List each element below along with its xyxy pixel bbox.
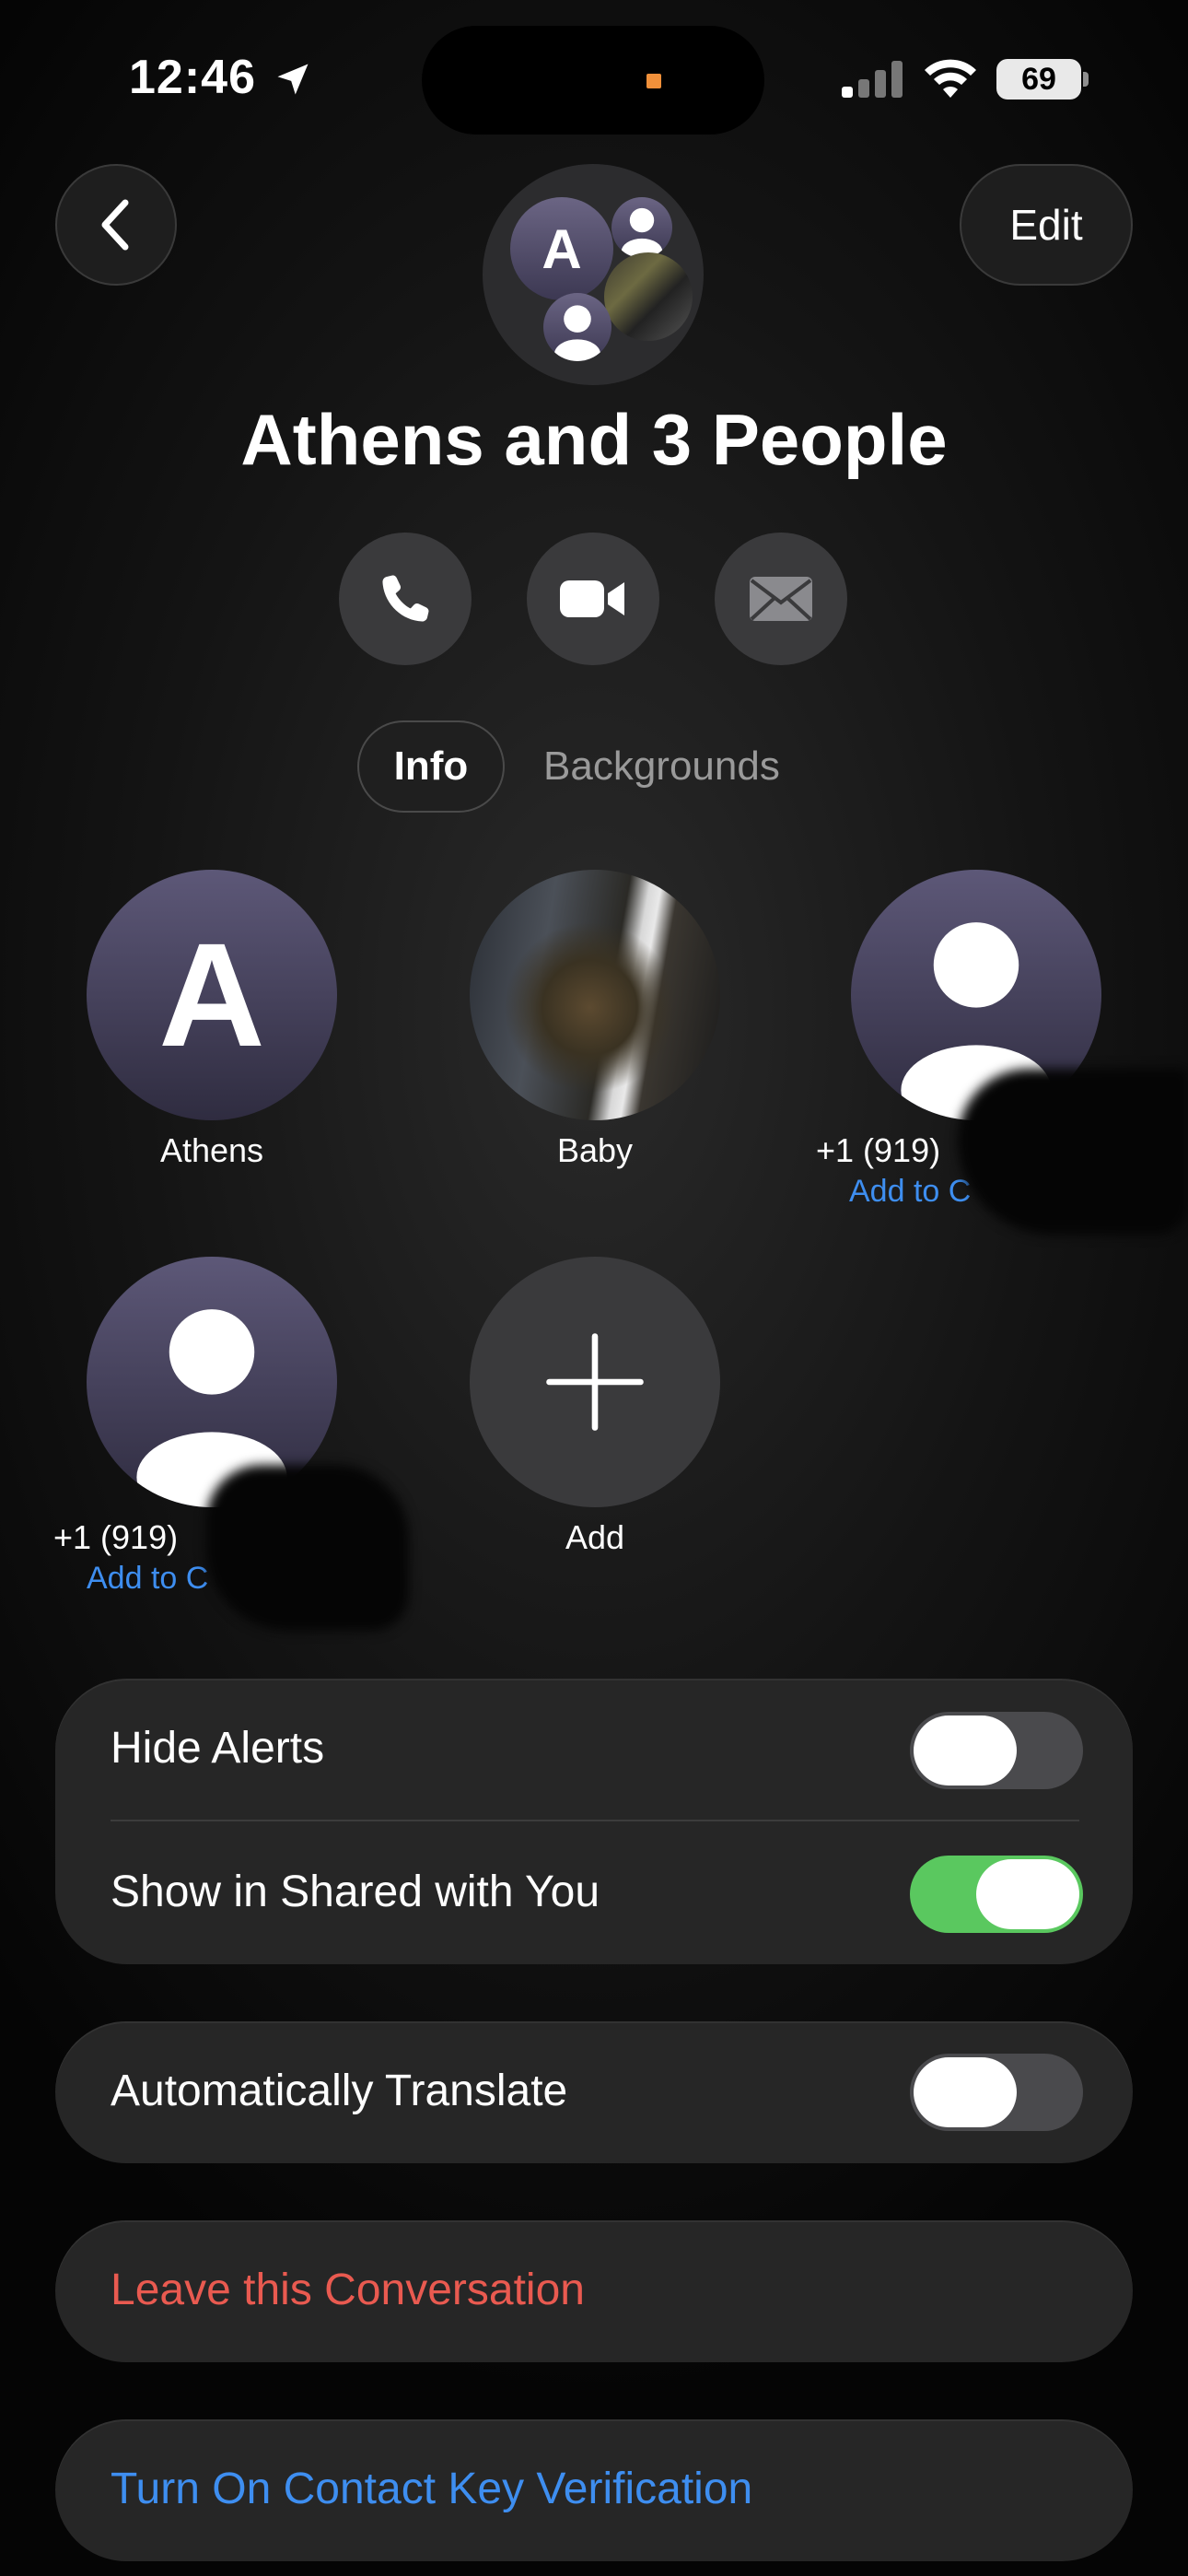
hide-alerts-label: Hide Alerts — [111, 1724, 325, 1773]
add-to-contacts-link[interactable]: Add to C — [849, 1174, 971, 1210]
redaction-mark — [206, 1465, 409, 1631]
add-member-button[interactable] — [470, 1257, 720, 1507]
battery-level: 69 — [996, 59, 1081, 100]
add-member-label: Add — [565, 1518, 625, 1556]
dynamic-island — [422, 26, 764, 135]
chevron-left-icon — [101, 199, 129, 251]
member-name: Athens — [159, 1131, 264, 1169]
toggle-knob — [976, 1859, 1079, 1929]
divider — [111, 1820, 1079, 1821]
shared-with-you-label: Show in Shared with You — [111, 1868, 600, 1916]
conversation-title: Athens and 3 People — [240, 399, 948, 480]
shared-with-you-toggle[interactable] — [910, 1856, 1083, 1933]
location-arrow-icon — [277, 64, 309, 95]
privacy-indicator-icon — [646, 74, 661, 88]
redaction-mark — [958, 1069, 1188, 1235]
toggle-knob — [914, 1715, 1017, 1786]
add-to-contacts-link[interactable]: Add to C — [87, 1561, 208, 1597]
member-photo-thumb — [604, 252, 693, 341]
member-phone: +1 (919) — [816, 1131, 941, 1169]
battery-tip — [1083, 72, 1089, 87]
tab-backgrounds[interactable]: Backgrounds — [543, 720, 780, 813]
auto-translate-label: Automatically Translate — [111, 2067, 568, 2115]
call-button[interactable] — [339, 533, 472, 665]
member-name: Baby — [556, 1131, 634, 1169]
cellular-signal-icon — [842, 61, 903, 98]
edit-button[interactable]: Edit — [960, 164, 1133, 286]
group-avatar-initial: A — [510, 197, 613, 300]
member-phone: +1 (919) — [53, 1518, 179, 1556]
leave-conversation-label[interactable]: Leave this Conversation — [111, 2265, 585, 2315]
mail-button[interactable] — [715, 533, 847, 665]
hide-alerts-toggle[interactable] — [910, 1712, 1083, 1789]
member-avatar-baby[interactable] — [470, 870, 720, 1120]
group-avatar[interactable]: A — [483, 164, 704, 385]
contact-key-verification-label[interactable]: Turn On Contact Key Verification — [111, 2464, 752, 2514]
wifi-icon — [925, 59, 976, 98]
video-call-button[interactable] — [527, 533, 659, 665]
auto-translate-toggle[interactable] — [910, 2054, 1083, 2131]
video-icon — [560, 580, 624, 617]
mail-icon — [750, 577, 812, 621]
status-time: 12:46 — [129, 51, 256, 104]
person-placeholder-icon — [611, 197, 672, 258]
tab-info[interactable]: Info — [357, 720, 505, 813]
person-placeholder-icon — [543, 293, 611, 361]
plus-icon — [546, 1333, 644, 1431]
back-button[interactable] — [55, 164, 177, 286]
member-avatar-athens[interactable]: A — [87, 870, 337, 1120]
phone-icon — [382, 575, 429, 622]
toggle-knob — [914, 2057, 1017, 2127]
